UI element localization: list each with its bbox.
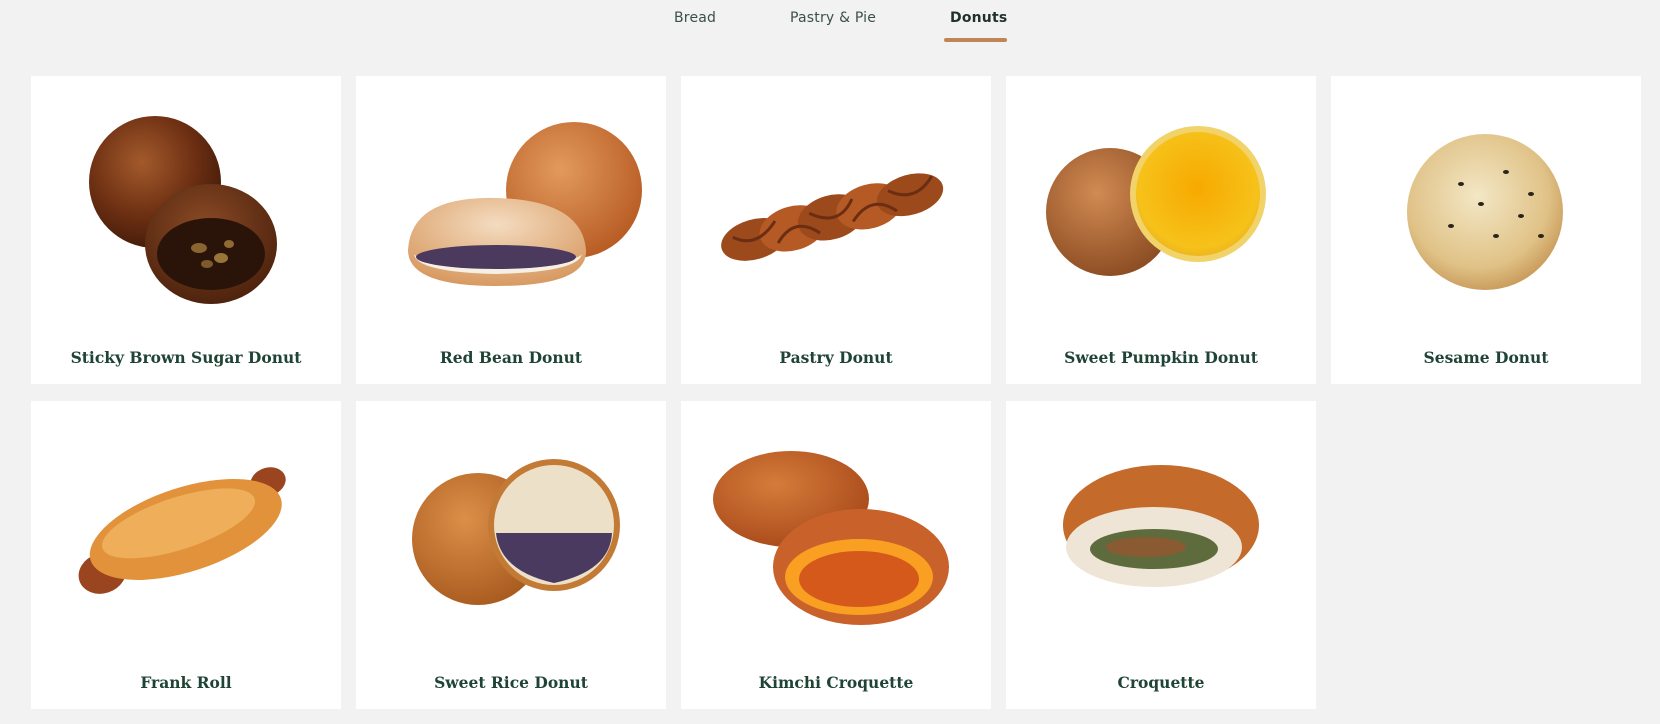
- product-name: Sticky Brown Sugar Donut: [70, 348, 302, 367]
- frank-roll-image: [78, 467, 286, 594]
- product-card-sesame-donut[interactable]: Sesame Donut: [1331, 76, 1641, 384]
- sticky-brown-sugar-donut-image: [89, 116, 277, 304]
- croquette-image: [1063, 465, 1259, 587]
- product-name: Sweet Rice Donut: [434, 673, 588, 692]
- product-name: Sesame Donut: [1423, 348, 1549, 367]
- tab-bread[interactable]: Bread: [674, 10, 716, 44]
- product-name: Pastry Donut: [779, 348, 893, 367]
- pastry-donut-image: [721, 173, 944, 261]
- product-name: Kimchi Croquette: [758, 673, 914, 692]
- product-card-pastry-donut[interactable]: Pastry Donut: [681, 76, 991, 384]
- product-card-kimchi-croquette[interactable]: Kimchi Croquette: [681, 401, 991, 709]
- product-name: Sweet Pumpkin Donut: [1064, 348, 1258, 367]
- sweet-rice-donut-image: [412, 459, 620, 605]
- active-tab-indicator: [944, 38, 1007, 42]
- sweet-pumpkin-donut-image: [1046, 126, 1266, 276]
- product-card-red-bean-donut[interactable]: Red Bean Donut: [356, 76, 666, 384]
- product-card-sweet-rice-donut[interactable]: Sweet Rice Donut: [356, 401, 666, 709]
- product-name: Croquette: [1117, 673, 1205, 692]
- product-name: Frank Roll: [140, 673, 232, 692]
- kimchi-croquette-image: [713, 451, 949, 625]
- category-tabs: Bread Pastry & Pie Donuts: [0, 0, 1660, 44]
- product-card-sticky-brown-sugar-donut[interactable]: Sticky Brown Sugar Donut: [31, 76, 341, 384]
- product-card-croquette[interactable]: Croquette: [1006, 401, 1316, 709]
- product-card-sweet-pumpkin-donut[interactable]: Sweet Pumpkin Donut: [1006, 76, 1316, 384]
- red-bean-donut-image: [408, 122, 642, 286]
- tab-pastry-pie[interactable]: Pastry & Pie: [790, 10, 876, 44]
- sesame-donut-image: [1407, 134, 1563, 290]
- product-name: Red Bean Donut: [439, 348, 583, 367]
- product-card-frank-roll[interactable]: Frank Roll: [31, 401, 341, 709]
